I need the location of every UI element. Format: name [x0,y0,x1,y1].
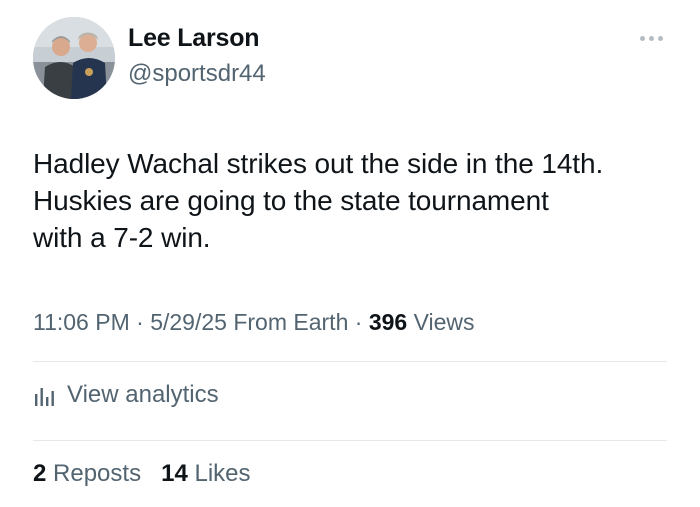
views-label: Views [413,309,475,335]
avatar[interactable] [33,17,115,99]
dot-icon [648,35,654,41]
view-analytics-button[interactable]: View analytics [33,381,219,409]
tweet-text: Hadley Wachal strikes out the side in th… [33,145,683,256]
dot-icon [657,35,663,41]
likes-count: 14 [161,460,188,487]
tweet-meta: 11:06 PM · 5/29/25 From Earth · 396 View… [33,309,475,336]
analytics-bars-icon [35,388,54,406]
reposts-count: 2 [33,460,47,487]
more-options-icon[interactable] [634,28,668,48]
tweet-time[interactable]: 11:06 PM [33,309,130,335]
tweet-source: From Earth [233,309,349,335]
tweet-line: Huskies are going to the state tournamen… [33,185,549,216]
divider [33,361,667,362]
engagement-stats: 2 Reposts 14 Likes [33,460,251,488]
tweet-date[interactable]: 5/29/25 [150,309,227,335]
avatar-photo [33,17,115,99]
tweet-line: with a 7-2 win. [33,222,211,253]
likes-link[interactable]: 14 Likes [161,460,250,487]
dot-icon [639,35,645,41]
divider [33,440,667,441]
author-handle[interactable]: @sportsdr44 [128,60,266,88]
views-count: 396 [368,309,408,335]
likes-label: Likes [194,460,251,487]
author-name[interactable]: Lee Larson [128,24,260,53]
tweet-line: Hadley Wachal strikes out the side in th… [33,148,604,179]
reposts-label: Reposts [53,460,142,487]
view-analytics-label: View analytics [67,381,219,408]
separator: · [348,309,369,335]
separator: · [129,309,151,335]
reposts-link[interactable]: 2 Reposts [33,460,141,487]
